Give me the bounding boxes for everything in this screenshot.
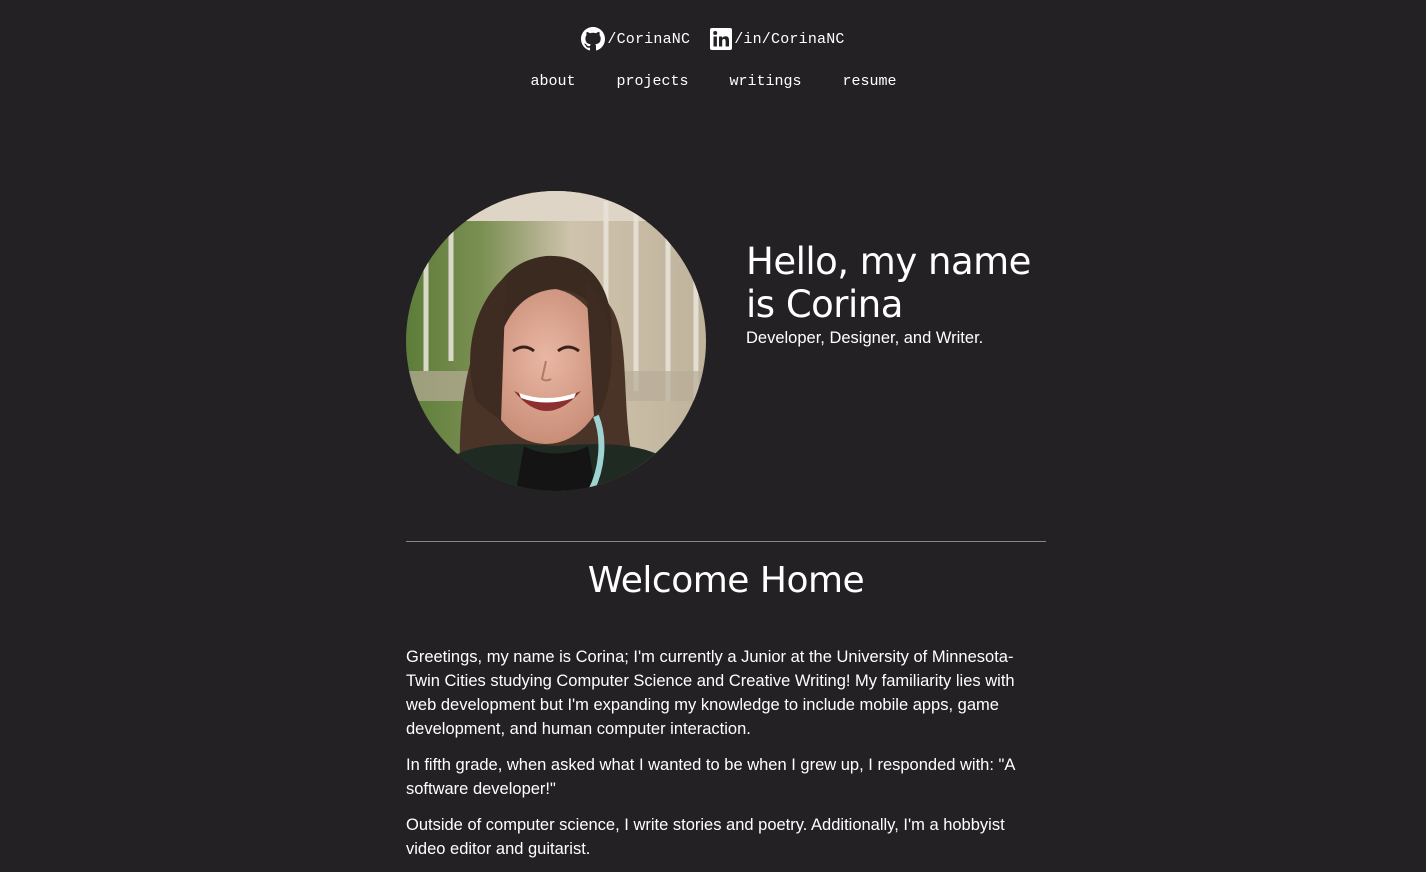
- section-divider: [406, 541, 1046, 542]
- hero-title: Hello, my name is Corina: [746, 240, 1031, 326]
- linkedin-link[interactable]: /in/CorinaNC: [710, 28, 844, 50]
- github-label: /CorinaNC: [607, 30, 691, 48]
- linkedin-label: /in/CorinaNC: [734, 30, 845, 48]
- about-content: Greetings, my name is Corina; I'm curren…: [406, 645, 1046, 872]
- nav-item-projects[interactable]: projects: [615, 73, 688, 90]
- github-icon: [581, 27, 606, 51]
- hobbies-paragraph: Outside of computer science, I write sto…: [406, 816, 1005, 858]
- intro-paragraph: Greetings, my name is Corina; I'm curren…: [406, 648, 1015, 738]
- nav-item-writings[interactable]: writings: [729, 73, 802, 90]
- main-nav: about projects writings resume: [0, 73, 1426, 90]
- fifth-grade-paragraph: In fifth grade, when asked what I wanted…: [406, 756, 1015, 798]
- welcome-heading: Welcome Home: [587, 560, 865, 601]
- linkedin-icon: [710, 28, 733, 50]
- social-links: /CorinaNC /in/CorinaNC: [0, 27, 1426, 51]
- profile-photo: [406, 191, 706, 491]
- nav-item-resume[interactable]: resume: [842, 73, 897, 90]
- hero-subtitle: Developer, Designer, and Writer.: [746, 329, 984, 347]
- github-link[interactable]: /CorinaNC: [581, 27, 690, 51]
- nav-item-about[interactable]: about: [529, 73, 575, 90]
